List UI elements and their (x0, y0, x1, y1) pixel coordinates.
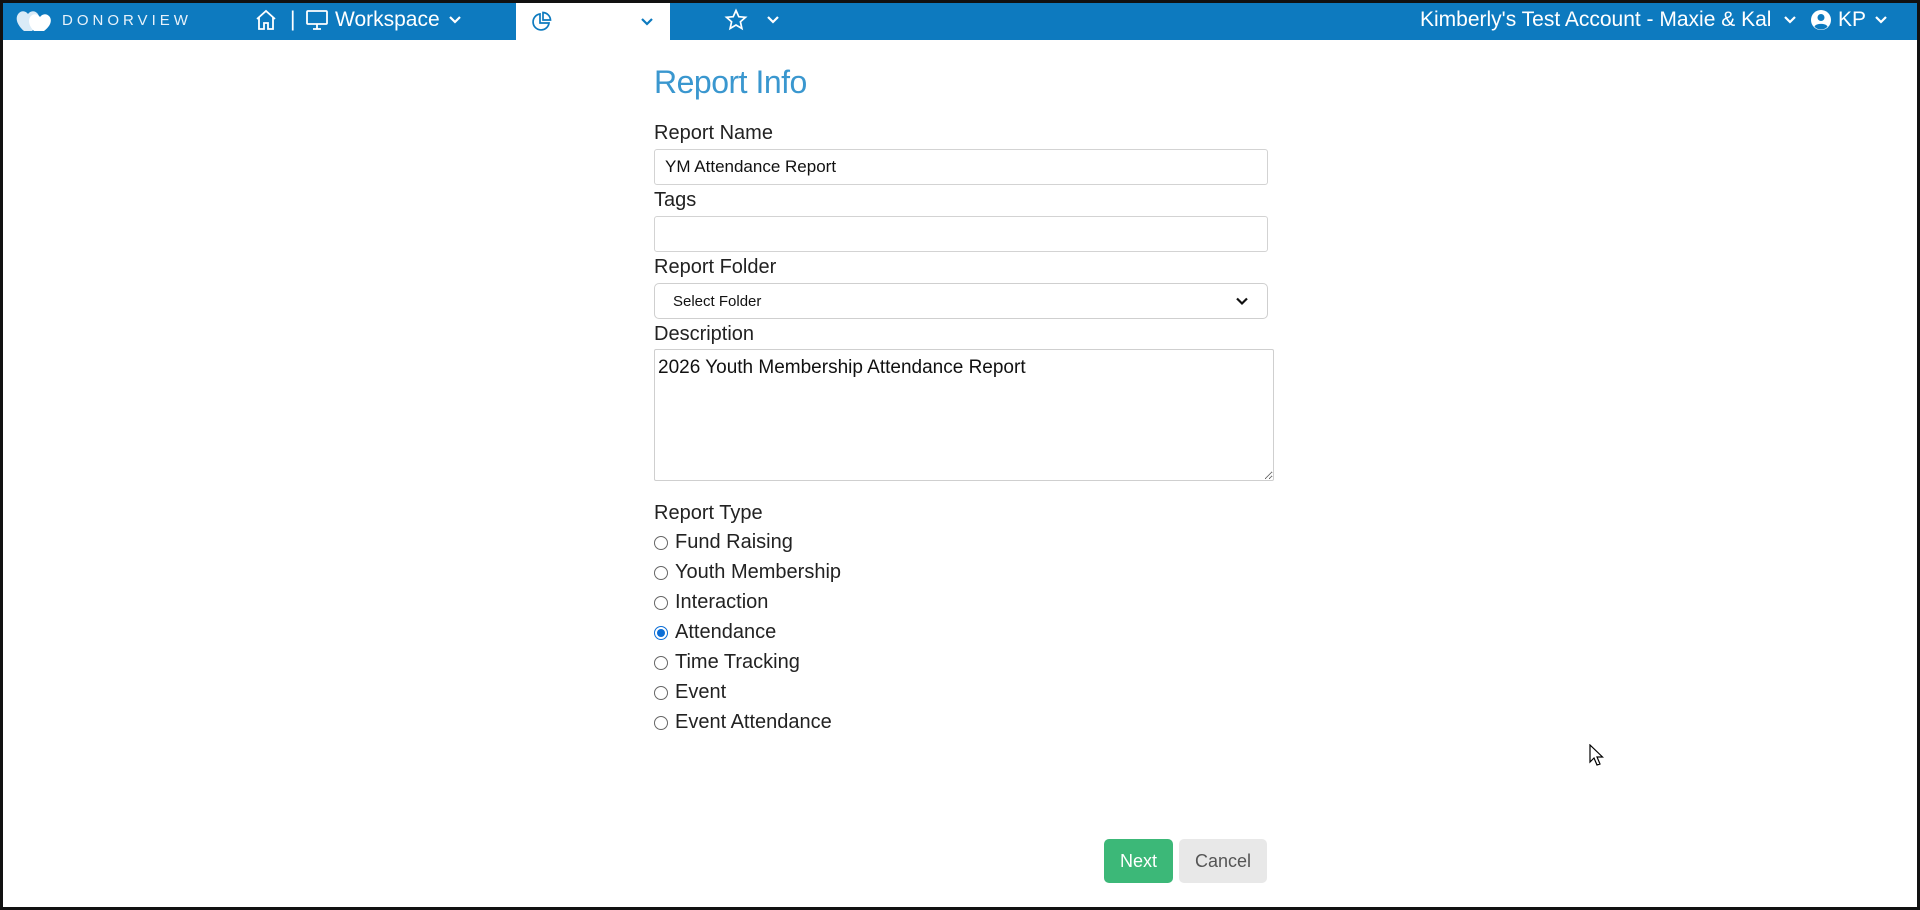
report-type-label: Report Type (654, 502, 763, 524)
pie-chart-icon (532, 11, 552, 31)
reports-label: Reports (558, 9, 632, 33)
radio-attendance[interactable]: Attendance (654, 621, 776, 644)
radio-button[interactable] (654, 715, 668, 730)
radio-label: Youth Membership (675, 561, 842, 583)
cancel-button[interactable]: Cancel (1179, 839, 1267, 883)
account-menu[interactable]: Kimberly's Test Account - Maxie & Kal (1420, 0, 1799, 40)
chevron-down-icon (1784, 16, 1797, 24)
home-button[interactable] (254, 0, 278, 40)
radio-time-tracking[interactable]: Time Tracking (654, 651, 800, 674)
radio-label: Event (675, 681, 727, 703)
logo-text: DONORVIEW (62, 11, 192, 29)
workspace-menu[interactable]: Workspace (305, 0, 464, 40)
radio-button[interactable] (654, 655, 668, 670)
tags-input[interactable] (654, 216, 1268, 252)
chevron-down-icon (1236, 297, 1248, 306)
workspace-label: Workspace (335, 8, 440, 31)
radio-label: Attendance (675, 621, 777, 643)
top-navbar: DONORVIEW | Workspace Reports Kimberly's… (0, 0, 1920, 40)
radio-label: Fund Raising (675, 531, 793, 553)
description-label: Description (654, 323, 755, 345)
radio-youth-membership[interactable]: Youth Membership (654, 561, 841, 584)
report-folder-select[interactable]: Select Folder (654, 283, 1268, 319)
user-circle-icon (1811, 10, 1831, 30)
nav-separator: | (290, 8, 296, 31)
user-menu[interactable]: KP (1810, 0, 1890, 40)
user-initials: KP (1838, 8, 1867, 31)
chevron-down-icon (1875, 16, 1887, 24)
report-name-label: Report Name (654, 122, 773, 144)
donorview-logo[interactable]: DONORVIEW (14, 0, 192, 40)
report-folder-label: Report Folder (654, 256, 777, 278)
account-label: Kimberly's Test Account - Maxie & Kal (1420, 8, 1772, 31)
reports-menu[interactable]: Reports (516, 0, 670, 40)
chevron-down-icon (767, 16, 779, 24)
report-folder-selected: Select Folder (673, 292, 762, 310)
radio-label: Event Attendance (675, 711, 832, 733)
chevron-down-icon (640, 17, 653, 26)
heart-logo-icon (16, 11, 51, 31)
radio-fund-raising[interactable]: Fund Raising (654, 531, 793, 554)
chevron-down-icon (448, 16, 461, 24)
report-name-input[interactable] (654, 149, 1268, 185)
radio-button[interactable] (654, 595, 668, 610)
radio-event-attendance[interactable]: Event Attendance (654, 711, 832, 734)
star-icon (724, 8, 748, 31)
tags-label: Tags (654, 189, 697, 211)
monitor-icon (306, 10, 328, 30)
radio-interaction[interactable]: Interaction (654, 591, 768, 614)
home-icon (256, 9, 276, 30)
radio-button[interactable] (654, 565, 668, 580)
radio-button[interactable] (654, 685, 668, 700)
next-button[interactable]: Next (1104, 839, 1173, 883)
radio-label: Interaction (675, 591, 769, 613)
mouse-cursor-icon (1589, 744, 1604, 766)
radio-button-checked[interactable] (654, 625, 668, 640)
page-title: Report Info (654, 64, 807, 100)
radio-event[interactable]: Event (654, 681, 726, 704)
favorites-menu[interactable] (724, 0, 782, 40)
radio-button[interactable] (654, 535, 668, 550)
radio-label: Time Tracking (675, 651, 800, 673)
description-textarea[interactable]: 2026 Youth Membership Attendance Report (654, 349, 1274, 481)
